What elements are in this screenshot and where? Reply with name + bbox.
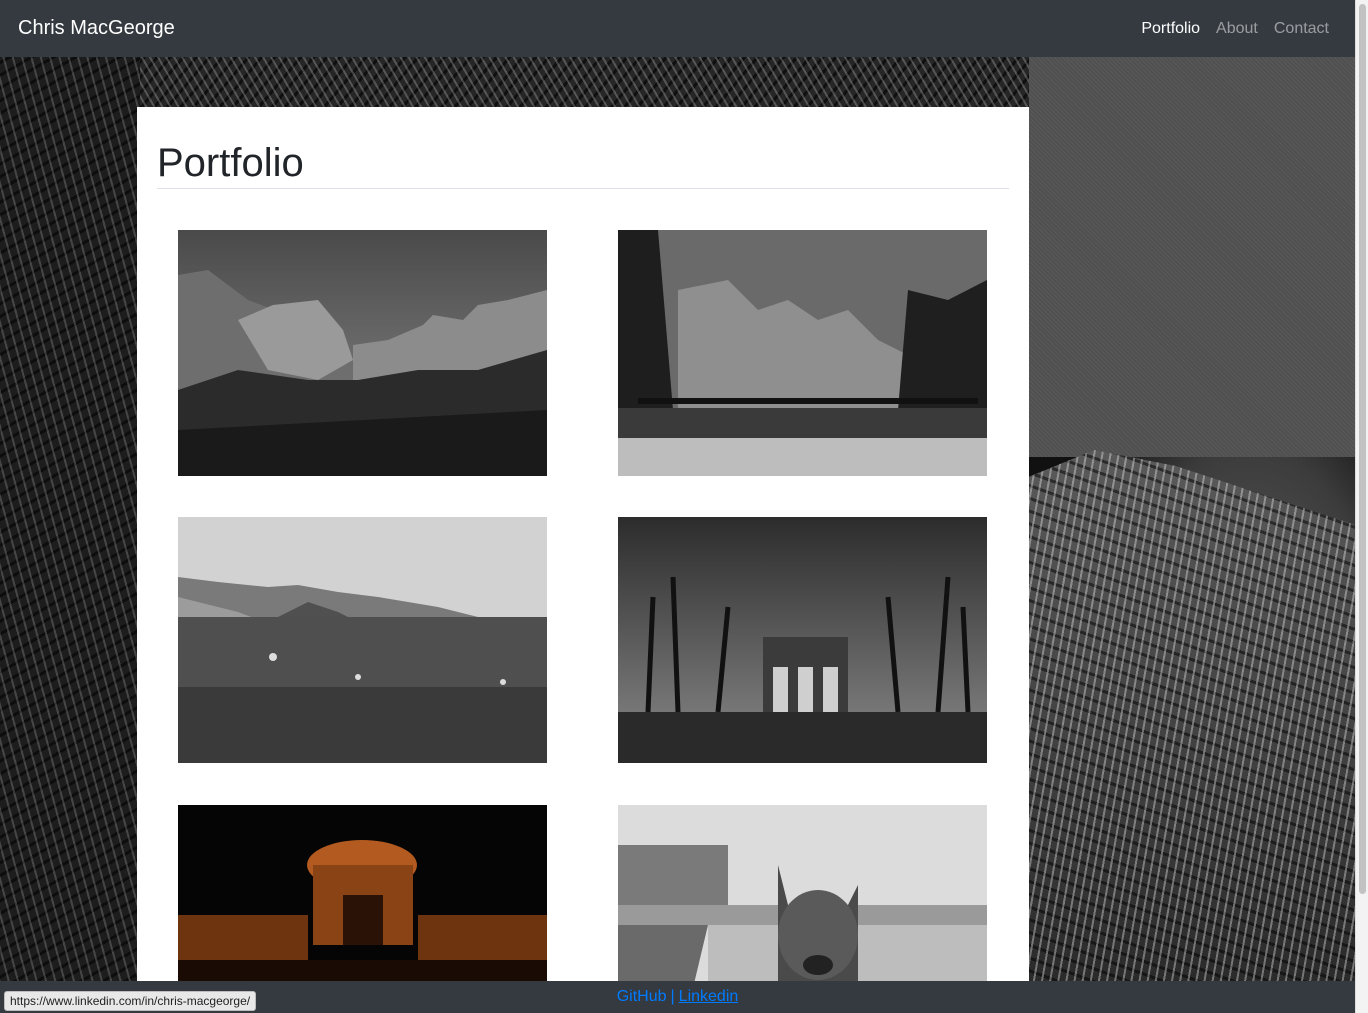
linkedin-link[interactable]: Linkedin: [679, 988, 739, 1006]
nav-link-about[interactable]: About: [1216, 20, 1258, 38]
photo-valley[interactable]: [178, 230, 547, 476]
background-sky: [1029, 57, 1355, 457]
page-title: Portfolio: [157, 141, 1009, 189]
portfolio-card: Portfolio: [137, 107, 1029, 987]
background-cliff: [1029, 450, 1355, 985]
photo-dog[interactable]: [618, 805, 987, 987]
photo-arch[interactable]: [618, 517, 987, 763]
nav-link-portfolio[interactable]: Portfolio: [1141, 20, 1200, 38]
nav-links: Portfolio About Contact: [1141, 20, 1329, 38]
photo-palace-night[interactable]: [178, 805, 547, 987]
background-tree: [0, 57, 140, 987]
footer-separator: |: [670, 988, 675, 1005]
status-url-tooltip: https://www.linkedin.com/in/chris-macgeo…: [4, 991, 257, 1011]
scrollbar[interactable]: [1355, 0, 1368, 1013]
github-link[interactable]: GitHub: [617, 988, 667, 1006]
photo-bridge[interactable]: [618, 230, 987, 476]
photo-sea[interactable]: [178, 517, 547, 763]
nav-link-contact[interactable]: Contact: [1274, 20, 1329, 38]
scrollbar-thumb[interactable]: [1359, 4, 1366, 894]
brand-link[interactable]: Chris MacGeorge: [18, 17, 175, 40]
background-canopy: [140, 57, 1040, 112]
navbar: Chris MacGeorge Portfolio About Contact: [0, 0, 1355, 57]
